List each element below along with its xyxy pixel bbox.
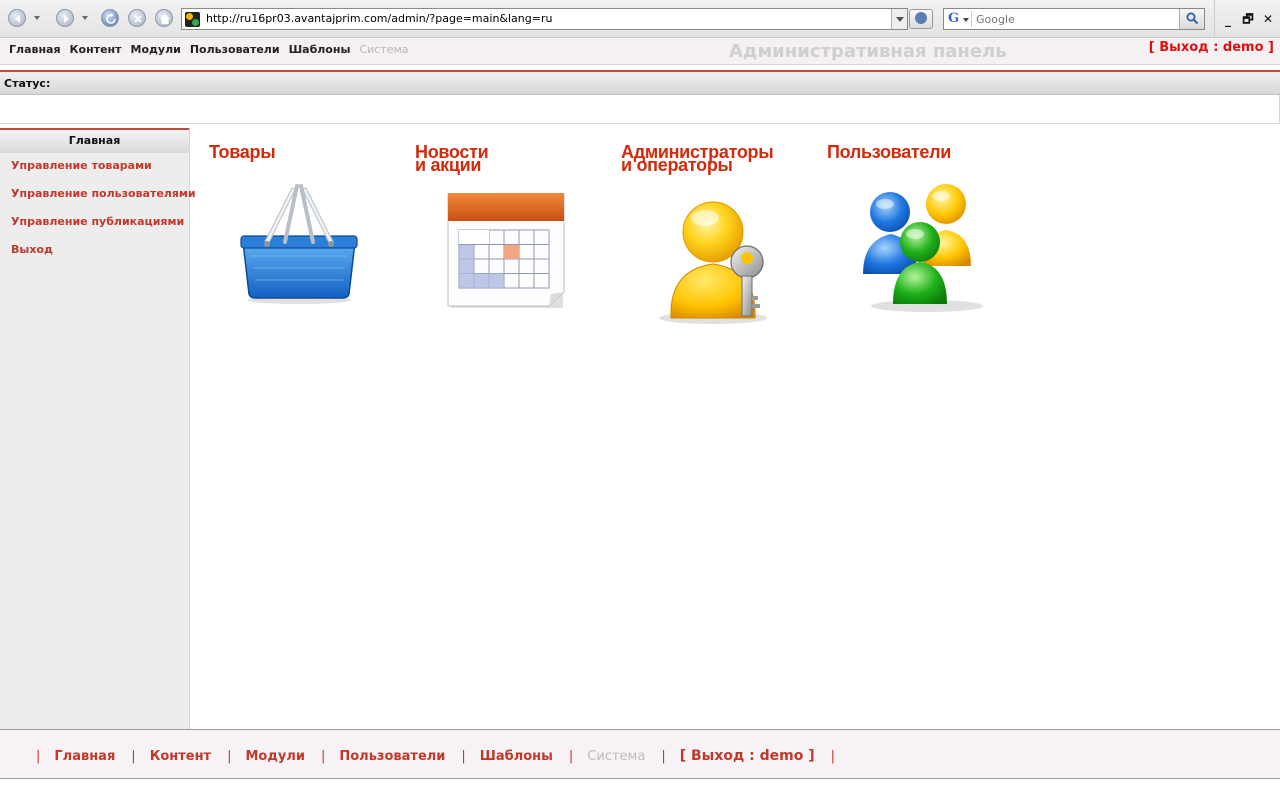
status-message-area [0, 95, 1280, 124]
tile-administrators-operators[interactable]: Администраторы и операторы [621, 142, 811, 336]
footer-item-users[interactable]: Пользователи [339, 749, 445, 764]
search-engine-selector[interactable]: G [946, 11, 972, 27]
top-navigation: Главная Контент Модули Пользователи Шабл… [0, 38, 1280, 65]
users-group-icon [863, 184, 983, 312]
page-title: Административная панель [729, 41, 1007, 62]
site-favicon-icon [185, 12, 200, 27]
footer-separator: | [320, 748, 326, 764]
browser-toolbar: http://ru16pr03.avantajprim.com/admin/?p… [0, 0, 1280, 38]
tile-products[interactable]: Товары [209, 142, 399, 336]
search-input[interactable] [976, 11, 1176, 27]
address-bar-url[interactable]: http://ru16pr03.avantajprim.com/admin/?p… [206, 12, 552, 25]
tile-title: Администраторы и операторы [621, 142, 774, 175]
calendar-icon [447, 193, 565, 308]
tile-users[interactable]: Пользователи [827, 142, 1017, 336]
footer-item-content[interactable]: Контент [150, 749, 211, 764]
topnav-item-content[interactable]: Контент [70, 43, 122, 56]
search-submit-button[interactable] [1179, 9, 1204, 29]
sidebar-item-manage-publications[interactable]: Управление публикациями [0, 211, 189, 239]
sidebar-header: Главная [0, 128, 189, 153]
footer-separator: | [461, 748, 466, 764]
sidebar-item-manage-users[interactable]: Управление пользователями [0, 183, 196, 211]
tile-title: Новости и акции [415, 142, 489, 175]
footer-logout-link[interactable]: [ Выход : demo ] [680, 748, 815, 764]
tile-title: Товары [209, 142, 276, 162]
go-button[interactable] [909, 9, 933, 29]
topnav-item-users[interactable]: Пользователи [190, 43, 280, 56]
sidebar-item-logout[interactable]: Выход [0, 239, 189, 267]
google-logo-icon: G [948, 11, 960, 26]
admin-key-icon [659, 201, 767, 324]
back-history-dropdown[interactable] [34, 16, 40, 20]
footer-separator: | [830, 748, 836, 764]
status-label: Статус: [4, 77, 51, 90]
search-box[interactable]: G [943, 8, 1205, 30]
reload-button[interactable] [101, 9, 119, 27]
tile-news-promotions[interactable]: Новости и акции [415, 142, 605, 336]
stop-icon [134, 15, 142, 23]
arrow-right-icon [64, 15, 69, 23]
home-button[interactable] [155, 9, 173, 27]
arrow-left-icon [15, 15, 20, 23]
sidebar: Главная Управление товарами Управление п… [0, 128, 196, 729]
footer-item-home[interactable]: Главная [54, 749, 115, 764]
topnav-item-system: Система [359, 43, 409, 56]
minimize-icon[interactable]: _ [1221, 14, 1235, 26]
restore-icon[interactable]: 🗗 [1241, 13, 1255, 25]
back-button[interactable] [8, 9, 26, 27]
forward-history-dropdown[interactable] [82, 16, 88, 20]
footer-separator: | [661, 748, 666, 764]
footer-separator: | [227, 748, 232, 764]
address-history-dropdown[interactable] [891, 9, 907, 29]
magnifier-icon [1186, 12, 1199, 25]
close-icon[interactable]: ✕ [1261, 13, 1275, 25]
footer-separator: | [131, 748, 136, 764]
footer-item-system: Система [587, 748, 646, 764]
footer-navigation: | Главная | Контент | Модули | Пользоват… [0, 729, 1280, 779]
basket-icon [240, 184, 358, 304]
stop-button[interactable] [128, 9, 146, 27]
reload-icon [106, 13, 116, 24]
footer-item-modules[interactable]: Модули [246, 749, 305, 764]
status-header: Статус: [0, 72, 1280, 95]
topnav-item-templates[interactable]: Шаблоны [289, 43, 351, 56]
tile-title: Пользователи [827, 142, 952, 162]
logout-link-top[interactable]: [ Выход : demo ] [1149, 40, 1274, 55]
window-controls: _ 🗗 ✕ [1214, 0, 1280, 38]
sidebar-item-manage-products[interactable]: Управление товарами [0, 155, 189, 183]
topnav-item-home[interactable]: Главная [9, 43, 61, 56]
topnav-item-modules[interactable]: Модули [131, 43, 181, 56]
home-icon [160, 14, 170, 24]
footer-separator: | [36, 748, 41, 764]
forward-button[interactable] [56, 9, 74, 27]
footer-separator: | [568, 748, 574, 764]
address-bar[interactable]: http://ru16pr03.avantajprim.com/admin/?p… [181, 8, 908, 30]
footer-item-templates[interactable]: Шаблоны [480, 749, 553, 764]
